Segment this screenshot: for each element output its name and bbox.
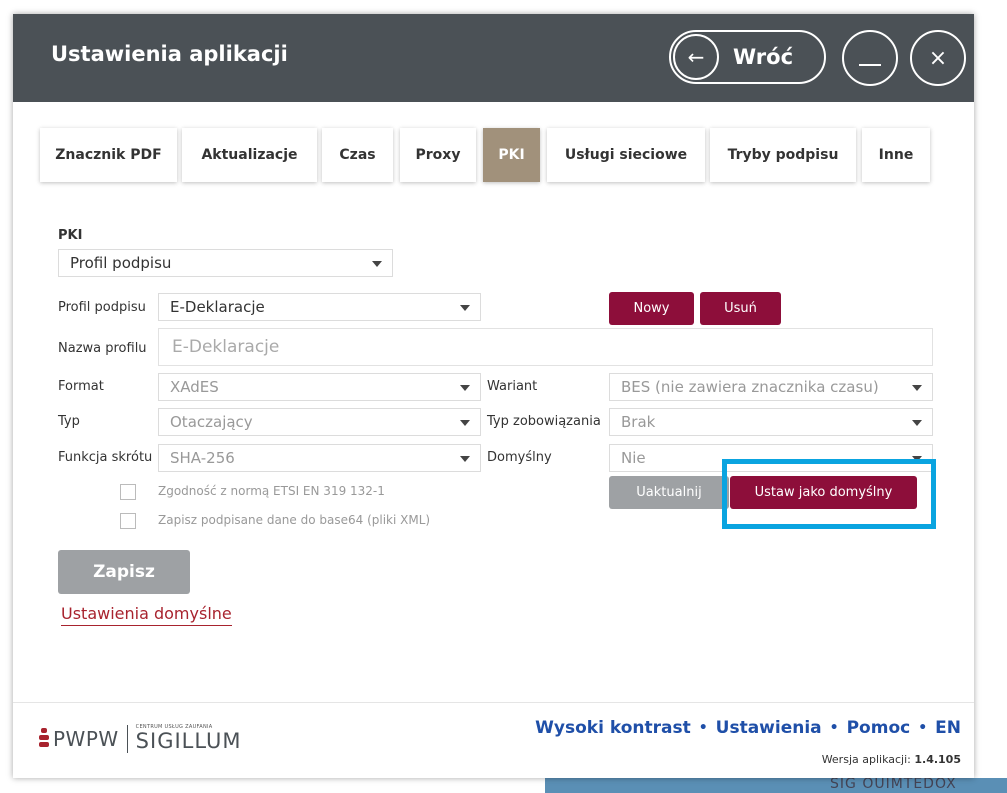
minimize-button[interactable] <box>842 30 898 86</box>
default-value: Nie <box>621 449 646 467</box>
tab-tryby-podpisu[interactable]: Tryby podpisu <box>710 128 856 182</box>
chevron-down-icon <box>460 385 470 391</box>
help-link[interactable]: Pomoc <box>847 718 911 738</box>
commitment-type-value: Brak <box>621 413 656 431</box>
profile-name-label: Nazwa profilu <box>58 341 147 356</box>
high-contrast-link[interactable]: Wysoki kontrast <box>535 718 691 738</box>
tab-proxy[interactable]: Proxy <box>400 128 476 182</box>
tab-pki[interactable]: PKI <box>483 128 540 182</box>
save-button[interactable]: Zapisz <box>58 550 190 594</box>
etsi-compliance-checkbox[interactable] <box>120 484 136 500</box>
back-button-label: Wróć <box>733 45 794 69</box>
title-bar: Ustawienia aplikacji ← Wróć × <box>13 14 974 102</box>
chevron-down-icon <box>372 261 382 267</box>
base64-label: Zapisz podpisane dane do base64 (pliki X… <box>158 513 431 527</box>
back-button[interactable]: ← Wróć <box>669 30 826 84</box>
profile-label: Profil podpisu <box>58 300 146 315</box>
minimize-icon <box>859 64 881 66</box>
settings-category-select[interactable]: Profil podpisu <box>58 249 393 277</box>
close-button[interactable]: × <box>910 30 966 86</box>
format-value: XAdES <box>170 378 219 396</box>
version-value: 1.4.105 <box>914 753 961 766</box>
settings-link[interactable]: Ustawienia <box>716 718 822 738</box>
tab-znacznik-pdf[interactable]: Znacznik PDF <box>40 128 177 182</box>
window-title: Ustawienia aplikacji <box>51 42 288 66</box>
chevron-down-icon <box>912 385 922 391</box>
version-label: Wersja aplikacji: <box>821 753 911 766</box>
chevron-down-icon <box>912 420 922 426</box>
tab-inne[interactable]: Inne <box>862 128 930 182</box>
close-icon: × <box>928 45 948 71</box>
settings-category-value: Profil podpisu <box>70 254 172 272</box>
tab-aktualizacje[interactable]: Aktualizacje <box>182 128 317 182</box>
logo-divider <box>126 724 128 753</box>
update-button[interactable]: Uaktualnij <box>609 476 729 509</box>
hash-function-value: SHA-256 <box>170 449 235 467</box>
type-value: Otaczający <box>170 413 253 431</box>
profile-name-input[interactable]: E-Deklaracje <box>158 328 933 366</box>
footer-separator: • <box>918 720 928 736</box>
default-settings-link[interactable]: Ustawienia domyślne <box>61 604 232 626</box>
footer-divider <box>13 702 974 703</box>
highlight-box <box>722 459 936 529</box>
variant-value: BES (nie zawiera znacznika czasu) <box>621 378 879 396</box>
hash-function-select[interactable]: SHA-256 <box>158 444 481 472</box>
tab-uslugi-sieciowe[interactable]: Usługi sieciowe <box>547 128 705 182</box>
variant-label: Wariant <box>487 379 538 394</box>
app-version: Wersja aplikacji: 1.4.105 <box>822 753 961 766</box>
variant-select[interactable]: BES (nie zawiera znacznika czasu) <box>609 373 933 401</box>
etsi-compliance-label: Zgodność z normą ETSI EN 319 132-1 <box>158 484 385 498</box>
tab-czas[interactable]: Czas <box>322 128 393 182</box>
commitment-type-label: Typ zobowiązania <box>487 414 601 429</box>
new-profile-button[interactable]: Nowy <box>609 292 694 325</box>
language-link[interactable]: EN <box>935 718 961 738</box>
arrow-left-icon: ← <box>673 34 719 80</box>
pwpw-sigillum-logo: PWPW CENTRUM USŁUG ZAUFANIA SIGILLUM <box>39 724 242 753</box>
logo-pwpw-text: PWPW <box>53 726 119 751</box>
type-select[interactable]: Otaczający <box>158 408 481 436</box>
background-residue-text: SIG OUIMTEDOX <box>830 776 957 792</box>
footer-links: Wysoki kontrast • Ustawienia • Pomoc • E… <box>535 718 961 738</box>
hash-function-label: Funkcja skrótu <box>58 450 153 465</box>
pwpw-mark-icon <box>39 726 49 752</box>
type-label: Typ <box>58 414 80 429</box>
commitment-type-select[interactable]: Brak <box>609 408 933 436</box>
footer-separator: • <box>698 720 708 736</box>
footer-separator: • <box>829 720 839 736</box>
profile-value: E-Deklaracje <box>170 298 265 316</box>
profile-select[interactable]: E-Deklaracje <box>158 293 481 321</box>
format-select[interactable]: XAdES <box>158 373 481 401</box>
section-label-pki: PKI <box>58 228 83 243</box>
format-label: Format <box>58 379 104 394</box>
default-label: Domyślny <box>487 450 552 465</box>
chevron-down-icon <box>460 305 470 311</box>
base64-checkbox[interactable] <box>120 513 136 529</box>
chevron-down-icon <box>460 456 470 462</box>
delete-profile-button[interactable]: Usuń <box>700 292 781 325</box>
chevron-down-icon <box>460 420 470 426</box>
logo-sigillum-text: SIGILLUM <box>135 729 242 753</box>
settings-window: Ustawienia aplikacji ← Wróć × Znacznik P… <box>13 14 974 778</box>
